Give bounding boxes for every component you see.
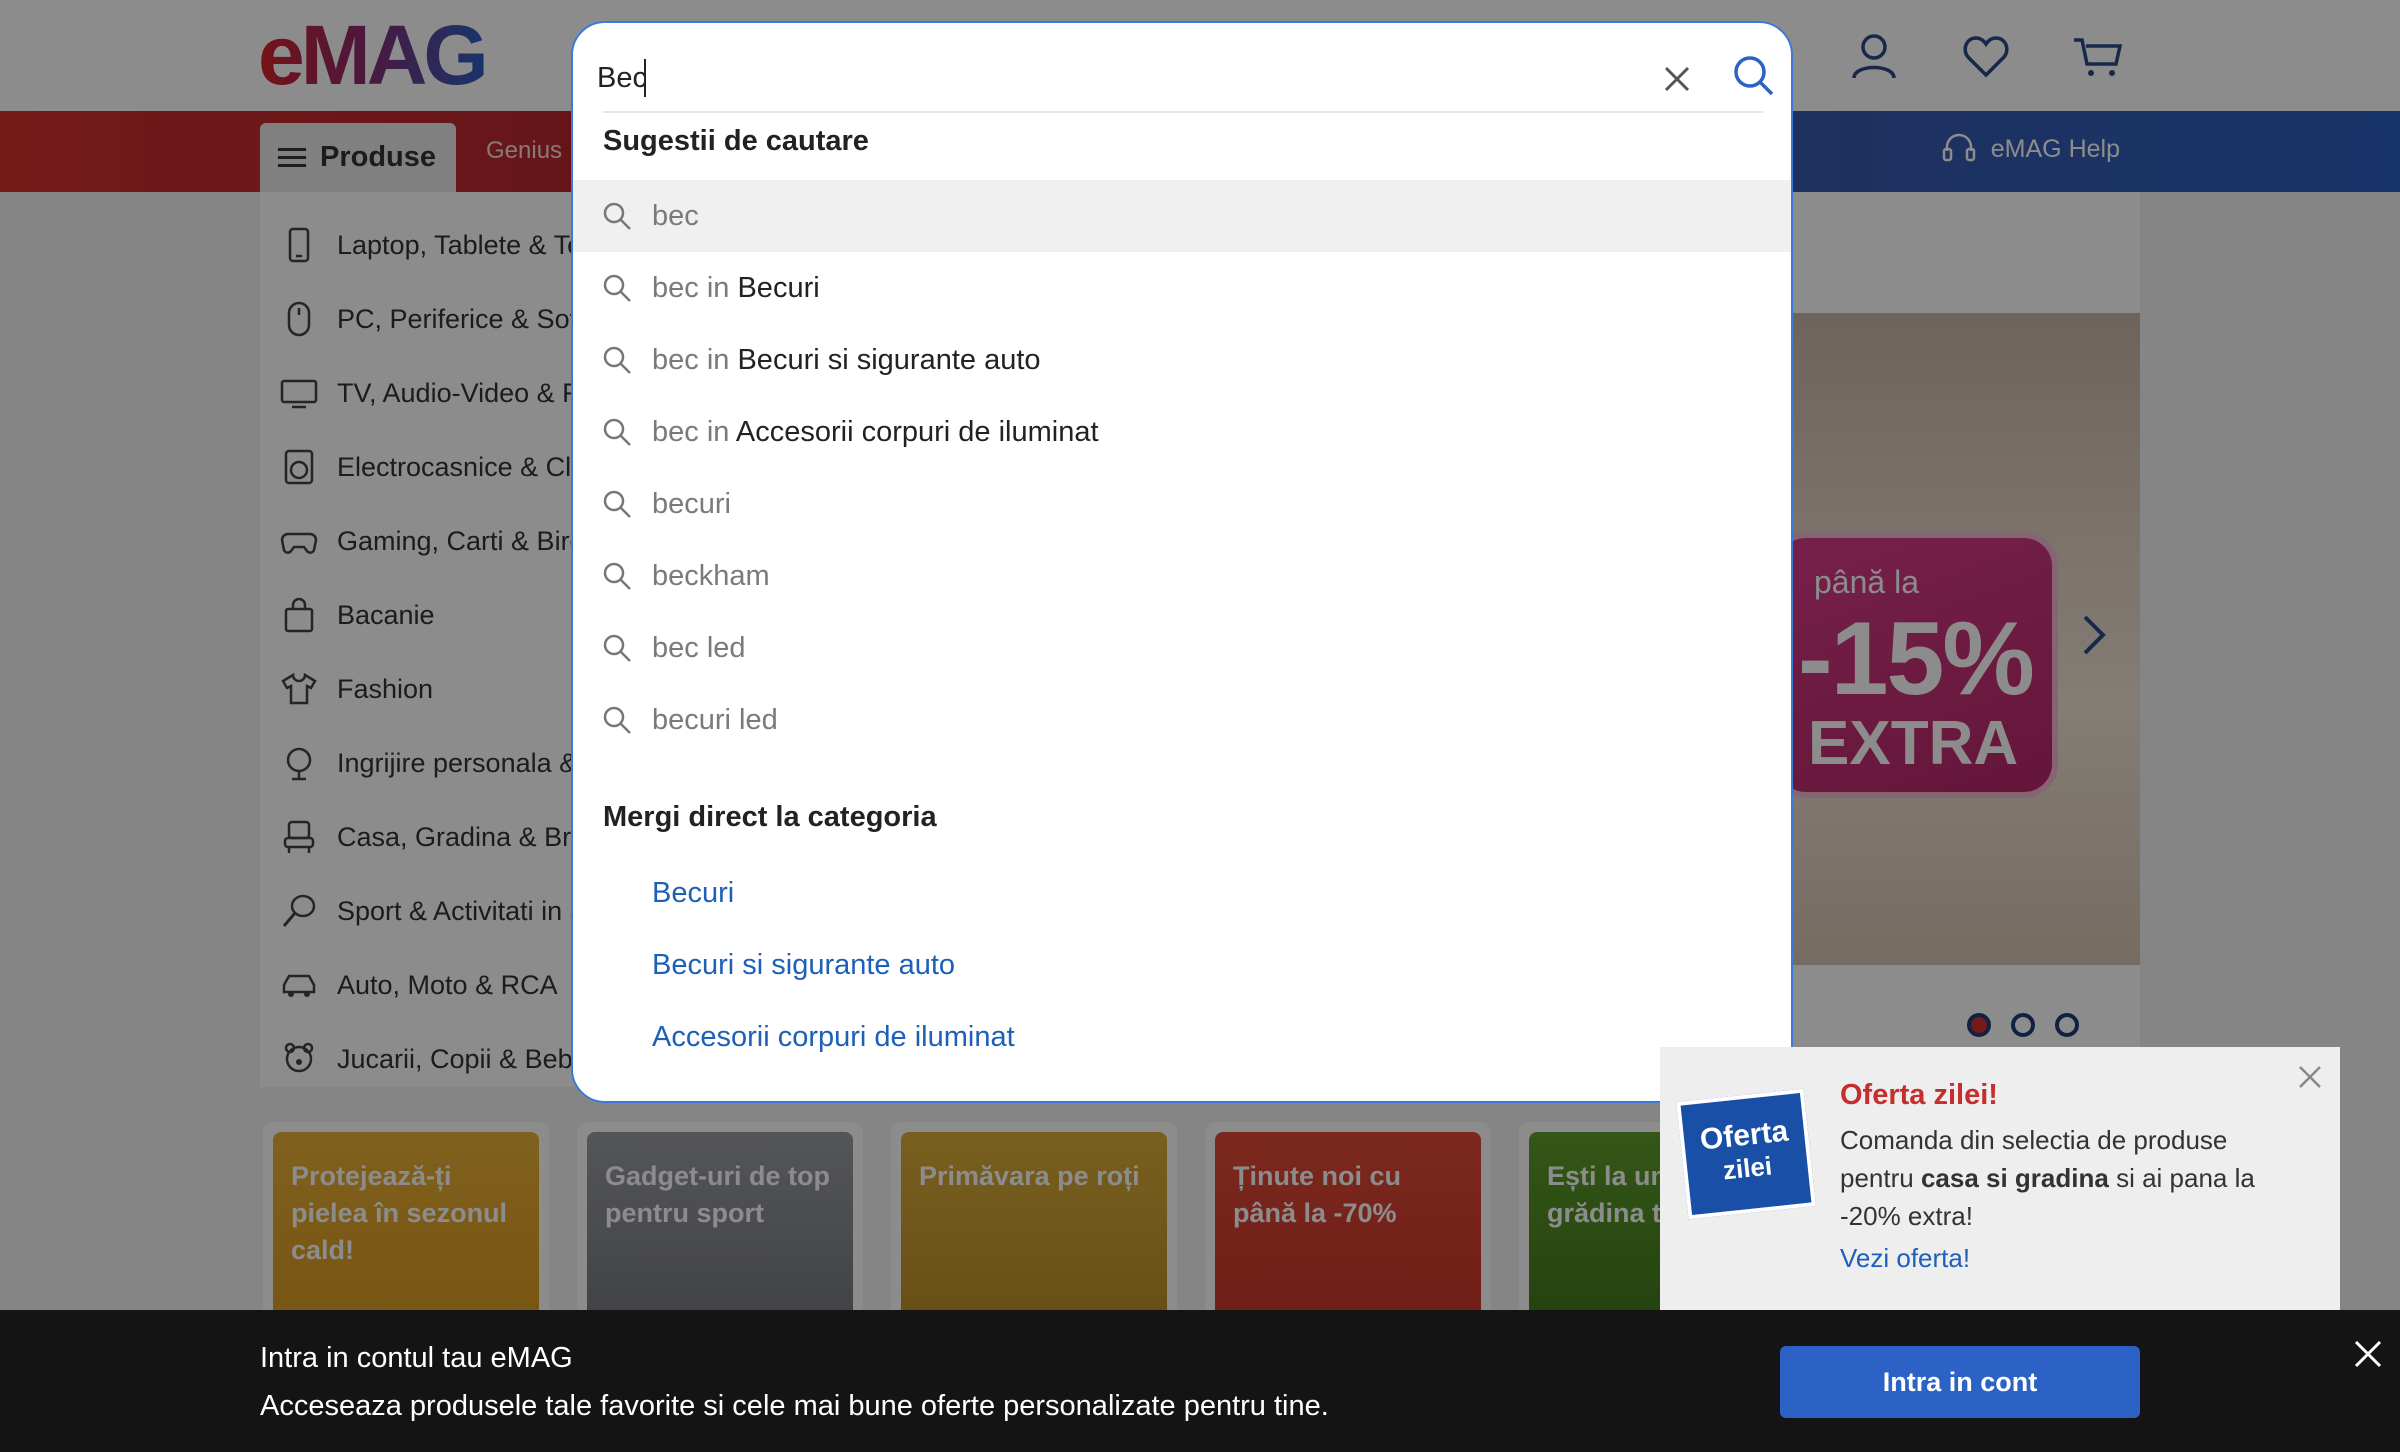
search-icon (603, 490, 631, 518)
category-link[interactable]: Becuri (652, 877, 734, 910)
search-icon (603, 346, 631, 374)
suggestion-query: bec (652, 199, 699, 232)
search-icon (603, 634, 631, 662)
close-icon[interactable] (1653, 55, 1701, 103)
category-link[interactable]: Becuri si sigurante auto (652, 949, 955, 982)
suggestion-query: bec (652, 415, 699, 448)
banner-title: Intra in contul tau eMAG (260, 1342, 573, 1374)
banner-subtitle: Acceseaza produsele tale favorite si cel… (260, 1390, 1329, 1422)
suggestion-query: becuri (652, 487, 731, 520)
close-icon[interactable] (2352, 1338, 2384, 1370)
oferta-zilei-badge: Oferta zilei (1676, 1088, 1816, 1220)
suggestion-query: bec (652, 343, 699, 376)
suggestion-in: in (706, 271, 730, 304)
suggestion-in: in (706, 415, 730, 448)
suggestion-item[interactable]: bec in Accesorii corpuri de iluminat (573, 396, 1791, 468)
divider (603, 111, 1763, 113)
oferta-zilei-popup: Oferta zilei Oferta zilei! Comanda din s… (1660, 1047, 2340, 1327)
suggestion-in: in (706, 343, 730, 376)
oferta-body: Comanda din selectia de produse pentru c… (1840, 1121, 2300, 1235)
suggestion-item[interactable]: bec in Becuri (573, 252, 1791, 324)
suggestion-category: Becuri si sigurante auto (737, 343, 1041, 376)
search-icon (603, 562, 631, 590)
suggestion-item[interactable]: beckham (573, 540, 1791, 612)
search-icon (603, 202, 631, 230)
close-icon[interactable] (2294, 1061, 2326, 1093)
suggestion-query: bec led (652, 631, 746, 664)
oferta-title: Oferta zilei! (1840, 1079, 1998, 1111)
suggestion-item[interactable]: becuri led (573, 684, 1791, 756)
suggestion-item[interactable]: bec led (573, 612, 1791, 684)
suggestion-item[interactable]: bec (573, 180, 1791, 252)
search-icon (603, 706, 631, 734)
search-dropdown: Sugestii de cautare bec bec in Becuri be… (571, 21, 1793, 1103)
search-input[interactable] (597, 37, 1617, 119)
suggestions-title: Sugestii de cautare (603, 125, 869, 157)
suggestion-category: Becuri (737, 271, 820, 304)
search-icon (603, 418, 631, 446)
suggestion-category: Accesorii corpuri de iluminat (735, 415, 1099, 448)
suggestion-item[interactable]: becuri (573, 468, 1791, 540)
suggestion-query: becuri led (652, 703, 778, 736)
oferta-body-bold: casa si gradina (1920, 1163, 2109, 1193)
search-icon[interactable] (1729, 51, 1779, 101)
suggestion-item[interactable]: bec in Becuri si sigurante auto (573, 324, 1791, 396)
category-link[interactable]: Accesorii corpuri de iluminat (652, 1021, 1015, 1054)
categories-title: Mergi direct la categoria (603, 801, 937, 833)
suggestion-query: beckham (652, 559, 770, 592)
vezi-oferta-link[interactable]: Vezi oferta! (1840, 1243, 1970, 1274)
suggestion-query: bec (652, 271, 699, 304)
intra-in-cont-button[interactable]: Intra in cont (1780, 1346, 2140, 1418)
login-banner: Intra in contul tau eMAG Acceseaza produ… (0, 1310, 2400, 1452)
text-caret (644, 59, 646, 97)
search-icon (603, 274, 631, 302)
